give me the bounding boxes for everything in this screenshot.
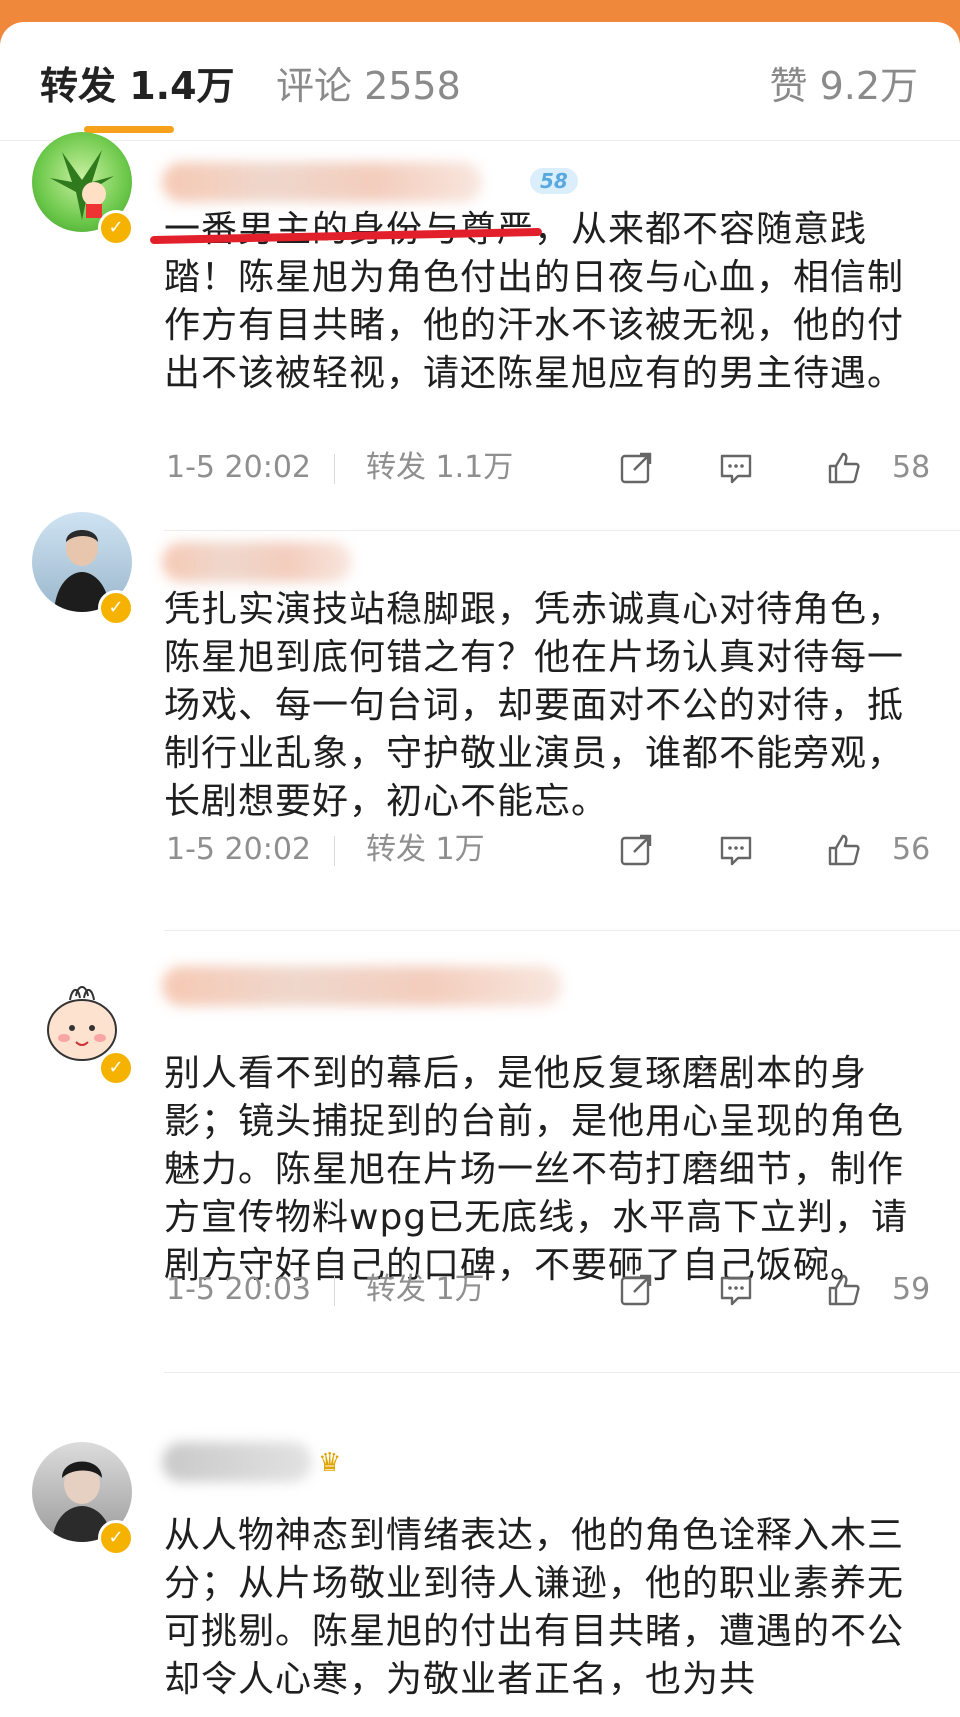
thumbs-up-icon[interactable]	[826, 1272, 862, 1308]
comment-time: 1-5 20:03	[166, 1272, 311, 1307]
tab-comment[interactable]: 评论 2558	[276, 64, 461, 108]
reply-icon[interactable]	[718, 1272, 754, 1308]
meta-separator	[334, 836, 335, 866]
comment-time: 1-5 20:02	[166, 832, 311, 867]
share-icon[interactable]	[618, 450, 654, 486]
meta-separator	[334, 454, 335, 484]
verified-badge-icon: ✓	[98, 210, 134, 246]
repost-count[interactable]: 转发 1.1万	[366, 448, 513, 488]
comment-meta: 1-5 20:02 转发 1.1万 58	[166, 448, 936, 488]
comment-divider	[164, 1372, 960, 1373]
active-tab-indicator	[84, 126, 174, 133]
meta-separator	[334, 1276, 335, 1306]
share-icon[interactable]	[618, 1272, 654, 1308]
level-badge: 58	[530, 168, 578, 194]
comment-divider	[164, 530, 960, 531]
like-count: 56	[892, 832, 931, 867]
tab-repost[interactable]: 转发 1.4万	[40, 64, 235, 108]
comment-divider	[164, 930, 960, 931]
verified-badge-icon: ✓	[98, 590, 134, 626]
username-redacted[interactable]	[162, 542, 352, 582]
repost-count[interactable]: 转发 1万	[366, 830, 485, 870]
reply-icon[interactable]	[718, 832, 754, 868]
repost-count[interactable]: 转发 1万	[366, 1270, 485, 1310]
crown-badge-icon: ♛	[318, 1448, 342, 1478]
comment-text: 别人看不到的幕后，是他反复琢磨剧本的身影；镜头捕捉到的台前，是他用心呈现的角色魅…	[164, 1053, 909, 1286]
username-redacted[interactable]	[162, 162, 482, 202]
reply-icon[interactable]	[718, 450, 754, 486]
comment-sheet: 转发 1.4万 评论 2558 赞 9.2万 ✓ 58 一番男主的身份与尊严，从…	[0, 22, 960, 1717]
thumbs-up-icon[interactable]	[826, 832, 862, 868]
tab-bar: 转发 1.4万 评论 2558 赞 9.2万	[0, 22, 960, 141]
thumbs-up-icon[interactable]	[826, 450, 862, 486]
tab-like[interactable]: 赞 9.2万	[769, 64, 918, 108]
verified-badge-icon: ✓	[98, 1050, 134, 1086]
share-icon[interactable]	[618, 832, 654, 868]
comment-text: 凭扎实演技站稳脚跟，凭赤诚真心对待角色，陈星旭到底何错之有？他在片场认真对待每一…	[164, 589, 905, 822]
comment-meta: 1-5 20:02 转发 1万 56	[166, 830, 936, 870]
comment-text: 从人物神态到情绪表达，他的角色诠释入木三分；从片场敬业到待人谦逊，他的职业素养无…	[164, 1515, 905, 1700]
like-count: 59	[892, 1272, 931, 1307]
comment-time: 1-5 20:02	[166, 450, 311, 485]
like-count: 58	[892, 450, 931, 485]
username-redacted[interactable]	[162, 966, 562, 1006]
verified-badge-icon: ✓	[98, 1520, 134, 1556]
username-redacted[interactable]	[162, 1442, 312, 1482]
comment-meta: 1-5 20:03 转发 1万 59	[166, 1270, 936, 1310]
